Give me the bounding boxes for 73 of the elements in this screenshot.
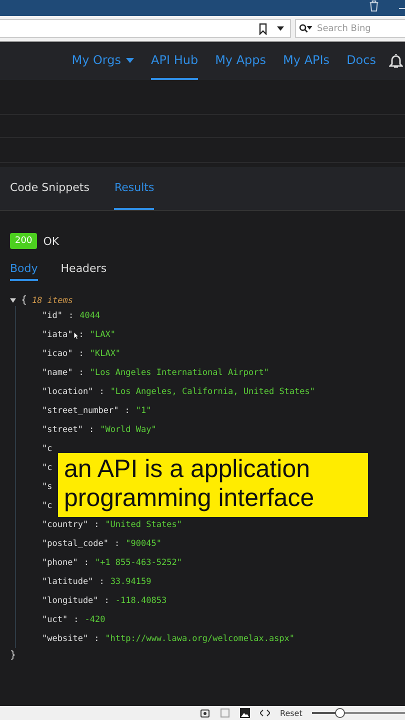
json-value: "+1 855-463-5252" (94, 558, 182, 568)
colon: : (88, 424, 94, 434)
reset-button[interactable]: Reset (280, 708, 302, 718)
json-key: "s (42, 482, 52, 492)
json-key: "id" (42, 310, 62, 320)
json-key: "c (42, 462, 52, 472)
json-value: "Los Angeles, California, United States" (110, 386, 316, 396)
brace: } (10, 650, 18, 661)
colon: : (78, 348, 84, 358)
item-count: 18 items (32, 296, 73, 306)
json-key: "c (42, 444, 52, 454)
image-icon[interactable] (240, 708, 250, 718)
colon: : (78, 330, 84, 340)
json-key: "location" (42, 386, 94, 396)
colon: : (114, 538, 120, 548)
colon: : (94, 520, 100, 530)
json-key: "postal_code" (42, 538, 109, 548)
zoom-slider[interactable] (312, 708, 405, 718)
json-key: "c (42, 500, 52, 510)
json-value: "LAX" (90, 330, 116, 340)
json-value: -420 (84, 614, 106, 624)
bell-icon[interactable] (389, 53, 403, 69)
json-key: "uct" (42, 614, 68, 624)
json-value: 33.94159 (110, 576, 152, 586)
mouse-cursor-icon (74, 332, 78, 340)
json-key: "name" (42, 368, 73, 378)
json-value: "1" (136, 406, 152, 416)
json-value: "http://www.lawa.org/welcomelax.aspx" (105, 634, 295, 644)
results-tab[interactable]: Code Snippets (10, 167, 90, 210)
colon: : (94, 634, 100, 644)
json-key: "street_number" (42, 406, 119, 416)
json-key: "street" (42, 424, 83, 434)
colon: : (74, 614, 79, 624)
caption-overlay: an API is a application programming interface (58, 453, 368, 517)
json-key: "iata" (42, 330, 73, 340)
body-tab[interactable]: Body (10, 257, 38, 281)
brace: { (21, 295, 28, 306)
nav-link[interactable]: My Apps (215, 42, 266, 80)
json-key: "longitude" (42, 596, 98, 606)
colon: : (104, 596, 110, 606)
bookmark-icon[interactable] (259, 22, 267, 34)
status-code-badge: 200 (10, 233, 38, 249)
json-value: "United States" (105, 520, 182, 530)
json-key: "phone" (42, 558, 78, 568)
nav-link[interactable]: My Orgs (72, 42, 134, 80)
json-key: "website" (42, 634, 88, 644)
status-text: OK (43, 234, 60, 248)
colon: : (78, 368, 84, 378)
json-value: "Los Angeles International Airport" (90, 368, 269, 378)
trash-icon[interactable] (369, 0, 379, 12)
nav-link[interactable]: Docs (346, 42, 376, 80)
nav-link[interactable]: My APIs (283, 42, 330, 80)
screenshot-icon[interactable] (200, 708, 210, 718)
search-icon[interactable] (299, 24, 312, 33)
body-tab[interactable]: Headers (60, 257, 107, 281)
search-field[interactable]: Search Bing (295, 19, 405, 38)
colon: : (84, 558, 89, 568)
dropdown-icon[interactable] (277, 26, 284, 31)
json-value: "KLAX" (90, 348, 121, 358)
json-key: "country" (42, 520, 88, 530)
colon: : (99, 576, 104, 586)
json-value: 4044 (80, 310, 100, 320)
code-icon[interactable] (260, 708, 270, 718)
json-key: "latitude" (42, 576, 94, 586)
expand-toggle-icon[interactable] (10, 298, 16, 303)
colon: : (68, 310, 74, 320)
json-key: "icao" (42, 348, 73, 358)
json-value: -118.40853 (115, 596, 167, 606)
caret-icon[interactable] (126, 58, 134, 62)
colon: : (124, 406, 130, 416)
json-value: "World Way" (100, 424, 156, 434)
colon: : (99, 386, 104, 396)
json-value: "90045" (126, 538, 162, 548)
